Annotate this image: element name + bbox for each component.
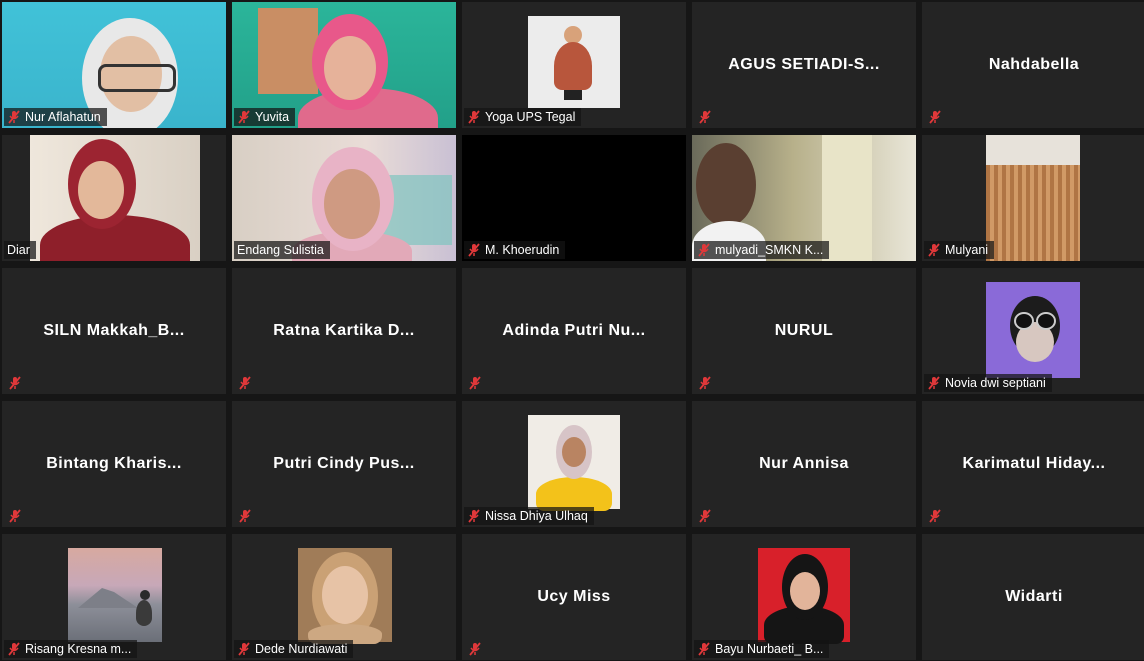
participant-name: Risang Kresna m... <box>25 642 132 656</box>
participant-tile[interactable]: Yoga UPS Tegal <box>462 2 686 128</box>
microphone-muted-icon <box>468 376 482 390</box>
microphone-muted-icon <box>7 110 21 124</box>
profile-picture <box>758 548 850 644</box>
participant-tile[interactable]: Karimatul Hiday... <box>922 401 1144 527</box>
participant-name: mulyadi_SMKN K... <box>715 243 824 257</box>
participant-tile[interactable]: Widarti <box>922 534 1144 660</box>
participant-name: Yuvita <box>255 110 290 124</box>
participant-tile[interactable]: Dede Nurdiawati <box>232 534 456 660</box>
participant-tile[interactable]: Nissa Dhiya Ulhaq <box>462 401 686 527</box>
participant-tile[interactable]: Nur Annisa <box>692 401 916 527</box>
name-tag: Novia dwi septiani <box>924 374 1052 392</box>
profile-picture <box>528 16 620 108</box>
microphone-muted-icon <box>237 642 251 656</box>
profile-picture <box>298 548 392 644</box>
microphone-muted-icon <box>237 110 251 124</box>
name-tag: Dede Nurdiawati <box>234 640 354 658</box>
participant-name: Diar <box>7 243 30 257</box>
participant-display-name: Karimatul Hiday... <box>962 455 1106 472</box>
participant-tile[interactable]: Nahdabella <box>922 2 1144 128</box>
participant-tile[interactable]: Nur Aflahatun <box>2 2 226 128</box>
participant-name: Mulyani <box>945 243 989 257</box>
participant-display-name: Ucy Miss <box>537 588 611 605</box>
participant-tile[interactable]: Yuvita <box>232 2 456 128</box>
microphone-muted-icon <box>8 509 22 523</box>
participant-display-name: AGUS SETIADI-S... <box>728 56 880 73</box>
participant-display-name: Adinda Putri Nu... <box>502 322 646 339</box>
name-tag: Bayu Nurbaeti_ B... <box>694 640 830 658</box>
participant-tile[interactable]: Risang Kresna m... <box>2 534 226 660</box>
microphone-muted-icon <box>927 376 941 390</box>
microphone-muted-icon <box>8 376 22 390</box>
participant-tile[interactable]: Putri Cindy Pus... <box>232 401 456 527</box>
participant-tile[interactable]: AGUS SETIADI-S... <box>692 2 916 128</box>
microphone-muted-icon <box>927 243 941 257</box>
microphone-muted-icon <box>238 509 252 523</box>
participant-display-name: SILN Makkah_B... <box>43 322 185 339</box>
profile-picture <box>68 548 162 642</box>
participant-tile[interactable]: Adinda Putri Nu... <box>462 268 686 394</box>
microphone-muted-icon <box>697 642 711 656</box>
participant-tile[interactable]: Ucy Miss <box>462 534 686 660</box>
participant-tile[interactable]: Novia dwi septiani <box>922 268 1144 394</box>
participant-name: Nissa Dhiya Ulhaq <box>485 509 588 523</box>
participant-tile[interactable]: Diar <box>2 135 226 261</box>
microphone-muted-icon <box>698 509 712 523</box>
microphone-muted-icon <box>698 376 712 390</box>
participant-display-name: Nahdabella <box>988 56 1080 73</box>
name-tag: Risang Kresna m... <box>4 640 138 658</box>
participant-tile[interactable]: M. Khoerudin <box>462 135 686 261</box>
participant-video <box>986 135 1080 261</box>
participant-tile[interactable]: mulyadi_SMKN K... <box>692 135 916 261</box>
participant-tile[interactable]: Bintang Kharis... <box>2 401 226 527</box>
microphone-muted-icon <box>928 110 942 124</box>
microphone-muted-icon <box>7 642 21 656</box>
participant-display-name: Bintang Kharis... <box>46 455 182 472</box>
participant-tile-active-speaker[interactable]: Endang Sulistia <box>232 135 456 261</box>
name-tag: Endang Sulistia <box>234 241 330 259</box>
participant-name: Yoga UPS Tegal <box>485 110 576 124</box>
microphone-muted-icon <box>467 243 481 257</box>
participant-name: Nur Aflahatun <box>25 110 101 124</box>
participant-tile[interactable]: Mulyani <box>922 135 1144 261</box>
participant-tile[interactable]: NURUL <box>692 268 916 394</box>
name-tag: mulyadi_SMKN K... <box>694 241 830 259</box>
name-tag: Nissa Dhiya Ulhaq <box>464 507 594 525</box>
microphone-muted-icon <box>468 642 482 656</box>
participant-name: Bayu Nurbaeti_ B... <box>715 642 824 656</box>
participant-name: M. Khoerudin <box>485 243 560 257</box>
participant-display-name: Ratna Kartika D... <box>273 322 415 339</box>
participant-tile[interactable]: Ratna Kartika D... <box>232 268 456 394</box>
profile-picture <box>986 282 1080 378</box>
microphone-muted-icon <box>698 110 712 124</box>
participant-tile[interactable]: Bayu Nurbaeti_ B... <box>692 534 916 660</box>
microphone-muted-icon <box>928 509 942 523</box>
participant-display-name: Nur Annisa <box>759 455 849 472</box>
microphone-muted-icon <box>238 376 252 390</box>
participant-display-name: Putri Cindy Pus... <box>273 455 415 472</box>
name-tag: Diar <box>4 241 36 259</box>
name-tag: Mulyani <box>924 241 995 259</box>
name-tag: Yuvita <box>234 108 296 126</box>
participant-display-name: NURUL <box>774 322 834 339</box>
microphone-muted-icon <box>467 110 481 124</box>
profile-picture <box>528 415 620 511</box>
name-tag: Yoga UPS Tegal <box>464 108 582 126</box>
participant-name: Dede Nurdiawati <box>255 642 348 656</box>
participant-video <box>30 135 200 261</box>
participant-name: Novia dwi septiani <box>945 376 1046 390</box>
participant-display-name: Widarti <box>1005 588 1063 605</box>
participant-name: Endang Sulistia <box>237 243 324 257</box>
name-tag: M. Khoerudin <box>464 241 566 259</box>
microphone-muted-icon <box>467 509 481 523</box>
name-tag: Nur Aflahatun <box>4 108 107 126</box>
participant-tile[interactable]: SILN Makkah_B... <box>2 268 226 394</box>
microphone-muted-icon <box>697 243 711 257</box>
gallery-grid: Nur Aflahatun Yuvita Yoga UPS Tegal AGUS… <box>2 2 1144 660</box>
